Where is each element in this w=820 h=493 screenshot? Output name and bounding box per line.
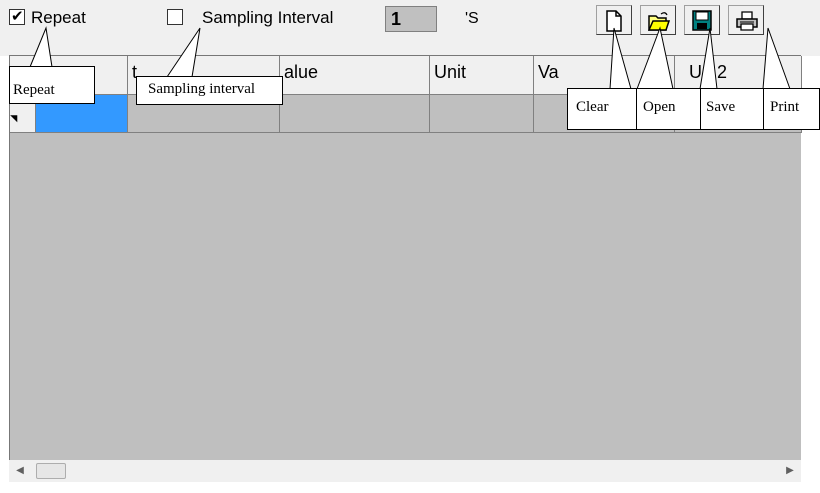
sampling-interval-callout: Sampling interval [136,76,283,105]
print-callout: Print [763,88,820,130]
repeat-callout: Repeat [9,66,95,104]
callout-connectors [29,26,791,90]
save-callout: Save [700,88,764,130]
open-callout: Open [636,88,701,130]
clear-callout: Clear [567,88,637,130]
